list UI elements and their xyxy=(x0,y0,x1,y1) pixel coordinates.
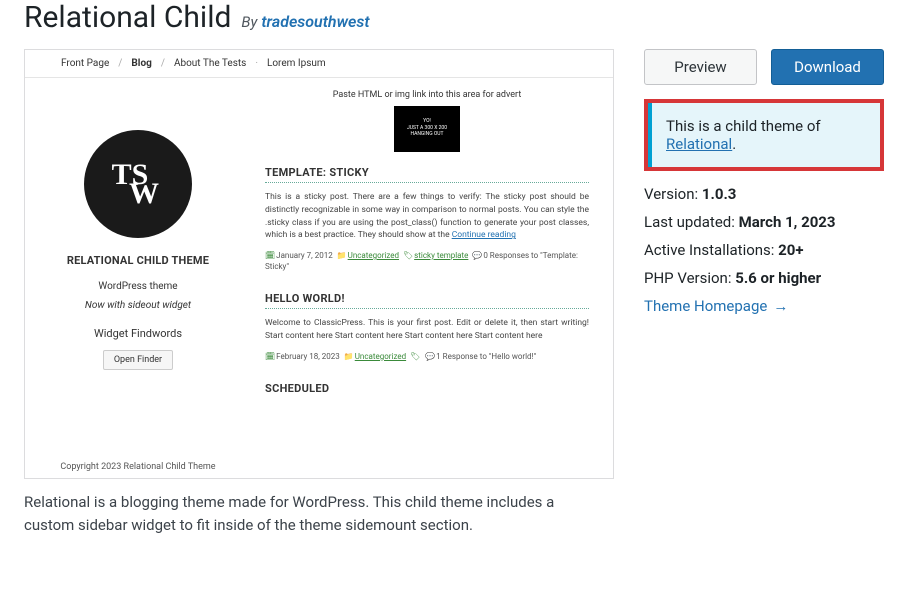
post-body: Welcome to ClassicPress. This is your fi… xyxy=(265,317,589,343)
nav-item: Front Page xyxy=(61,58,109,69)
meta-version: Version: 1.0.3 xyxy=(644,185,884,203)
post-title: HELLO WORLD! xyxy=(265,292,589,305)
theme-homepage-link[interactable]: Theme Homepage → xyxy=(644,297,788,315)
nav-item: Blog xyxy=(131,58,151,69)
meta-updated: Last updated: March 1, 2023 xyxy=(644,213,884,231)
screenshot-sidebar: TSW RELATIONAL CHILD THEME WordPress the… xyxy=(25,78,251,478)
folder-icon: 📁 xyxy=(344,352,354,361)
continue-reading-link: Continue reading xyxy=(452,230,516,240)
calendar-icon: 🗓 xyxy=(265,352,275,361)
post-meta: 🗓January 7, 2012 📁Uncategorized 🏷sticky … xyxy=(265,250,589,272)
parent-theme-link[interactable]: Relational xyxy=(666,135,732,153)
meta-installs: Active Installations: 20+ xyxy=(644,241,884,259)
tagline: WordPress theme xyxy=(98,281,177,292)
theme-screenshot: Front Page / Blog / About The Tests · Lo… xyxy=(24,49,614,479)
logo-icon: TSW xyxy=(84,130,192,238)
post-body: This is a sticky post. There are a few t… xyxy=(265,191,589,242)
preview-button[interactable]: Preview xyxy=(644,49,757,85)
folder-icon: 📁 xyxy=(337,251,347,260)
nav-item: About The Tests xyxy=(174,58,246,69)
theme-title: Relational Child xyxy=(24,0,231,35)
calendar-icon: 🗓 xyxy=(265,251,275,260)
tag-icon: 🏷 xyxy=(403,251,413,260)
meta-php: PHP Version: 5.6 or higher xyxy=(644,269,884,287)
child-theme-notice: This is a child theme of Relational. xyxy=(644,99,884,171)
advert-label: Paste HTML or img link into this area fo… xyxy=(265,90,589,100)
screenshot-content: Paste HTML or img link into this area fo… xyxy=(251,78,613,478)
post-title: SCHEDULED xyxy=(265,382,589,395)
comment-icon: 💬 xyxy=(472,251,482,260)
comment-icon: 💬 xyxy=(425,352,435,361)
open-finder-button: Open Finder xyxy=(103,350,173,370)
by-label: By tradesouthwest xyxy=(241,12,369,31)
download-button[interactable]: Download xyxy=(771,49,884,85)
screenshot-footer: Copyright 2023 Relational Child Theme xyxy=(25,462,251,472)
widget-title: Widget Findwords xyxy=(94,327,182,340)
post-meta: 🗓February 18, 2023 📁Uncategorized 🏷 💬1 R… xyxy=(265,351,589,362)
nav-item: Lorem Ipsum xyxy=(267,58,326,69)
tag-icon: 🏷 xyxy=(410,352,420,361)
advert-placeholder: YO! JUST A 300 X 200 HANGING OUT xyxy=(394,106,460,152)
post-title: TEMPLATE: STICKY xyxy=(265,166,589,179)
subtagline: Now with sideout widget xyxy=(85,300,191,311)
site-title: RELATIONAL CHILD THEME xyxy=(67,254,209,267)
arrow-right-icon: → xyxy=(773,297,788,315)
theme-description: Relational is a blogging theme made for … xyxy=(24,491,594,538)
screenshot-nav: Front Page / Blog / About The Tests · Lo… xyxy=(25,50,613,78)
author-link[interactable]: tradesouthwest xyxy=(261,12,369,31)
